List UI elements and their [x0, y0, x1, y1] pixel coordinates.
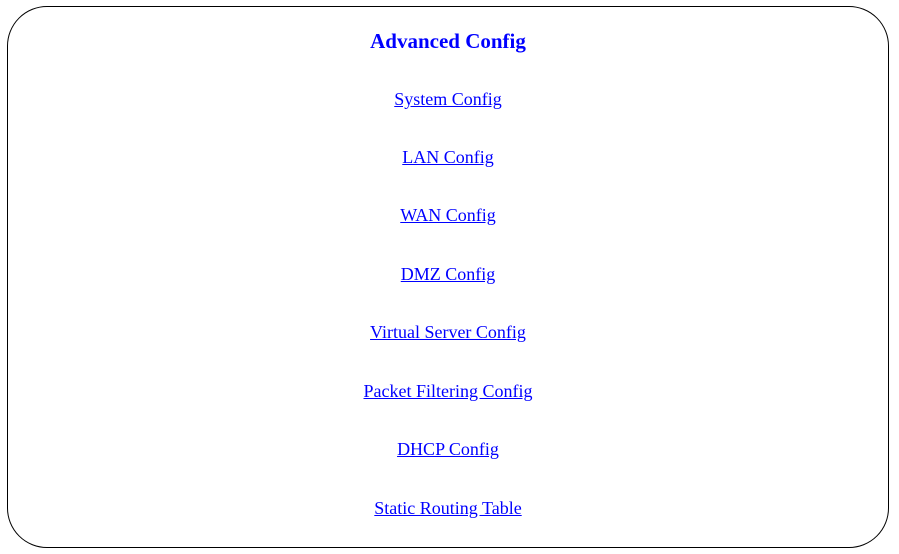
menu-item-static-routing-table: Static Routing Table [8, 497, 888, 519]
virtual-server-config-link[interactable]: Virtual Server Config [370, 322, 526, 342]
menu-item-wan-config: WAN Config [8, 204, 888, 226]
menu-item-dmz-config: DMZ Config [8, 263, 888, 285]
page-title: Advanced Config [370, 29, 526, 53]
wan-config-link[interactable]: WAN Config [400, 205, 496, 225]
menu-item-virtual-server-config: Virtual Server Config [8, 321, 888, 343]
dmz-config-link[interactable]: DMZ Config [401, 264, 496, 284]
lan-config-link[interactable]: LAN Config [402, 147, 494, 167]
advanced-config-panel: Advanced Config System Config LAN Config… [7, 6, 889, 548]
menu-item-dhcp-config: DHCP Config [8, 438, 888, 460]
packet-filtering-config-link[interactable]: Packet Filtering Config [364, 381, 533, 401]
menu-item-lan-config: LAN Config [8, 146, 888, 168]
system-config-link[interactable]: System Config [394, 89, 502, 109]
static-routing-table-link[interactable]: Static Routing Table [374, 498, 521, 518]
menu-item-system-config: System Config [8, 88, 888, 110]
dhcp-config-link[interactable]: DHCP Config [397, 439, 499, 459]
menu-item-packet-filtering-config: Packet Filtering Config [8, 380, 888, 402]
